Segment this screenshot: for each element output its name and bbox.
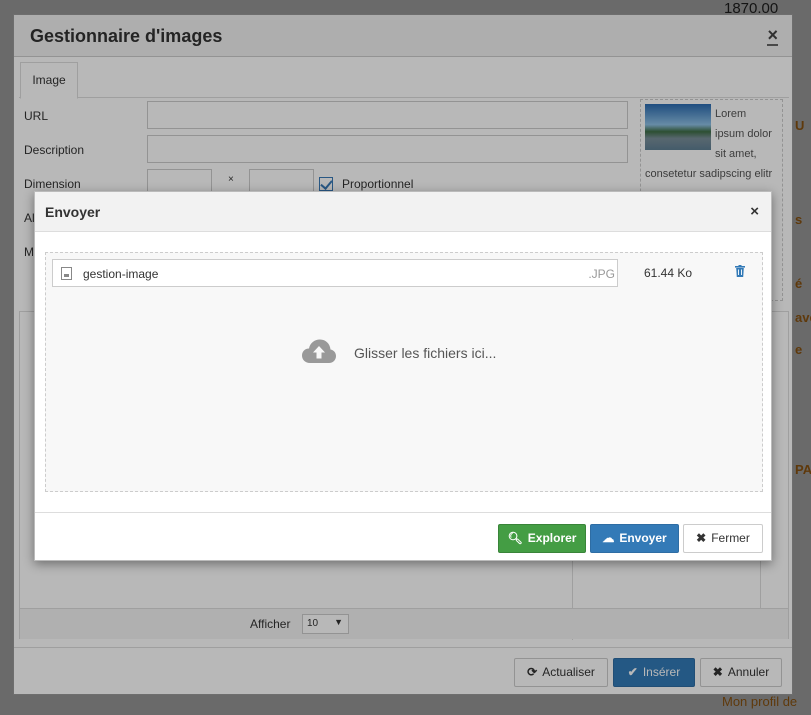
upload-label: Envoyer bbox=[619, 531, 667, 545]
upload-title: Envoyer bbox=[45, 204, 101, 220]
file-item: gestion-image .JPG bbox=[52, 259, 618, 287]
upload-footer: 🔍︎ Explorer ☁ Envoyer ✖ Fermer bbox=[35, 512, 771, 560]
close-icon: ✖ bbox=[696, 531, 707, 545]
close-button[interactable]: ✖ Fermer bbox=[683, 524, 763, 553]
upload-button[interactable]: ☁ Envoyer bbox=[590, 524, 679, 553]
image-file-icon bbox=[61, 267, 72, 280]
trash-icon[interactable] bbox=[735, 265, 745, 277]
drop-zone[interactable]: gestion-image .JPG 61.44 Ko Glisser les … bbox=[45, 252, 763, 492]
upload-dialog: Envoyer × gestion-image .JPG 61.44 Ko Gl… bbox=[34, 191, 772, 561]
cloud-upload-icon: ☁ bbox=[602, 531, 615, 545]
file-extension: .JPG bbox=[588, 267, 615, 281]
file-size: 61.44 Ko bbox=[644, 266, 693, 280]
upload-header: Envoyer × bbox=[35, 192, 771, 232]
cloud-upload-icon bbox=[302, 339, 336, 363]
browse-label: Explorer bbox=[527, 531, 577, 545]
file-name: gestion-image bbox=[83, 267, 159, 281]
drop-text: Glisser les fichiers ici... bbox=[354, 345, 497, 361]
close-label: Fermer bbox=[711, 531, 750, 545]
upload-close-button[interactable]: × bbox=[750, 203, 759, 220]
browse-button[interactable]: 🔍︎ Explorer bbox=[498, 524, 586, 553]
search-icon: 🔍︎ bbox=[507, 531, 523, 545]
